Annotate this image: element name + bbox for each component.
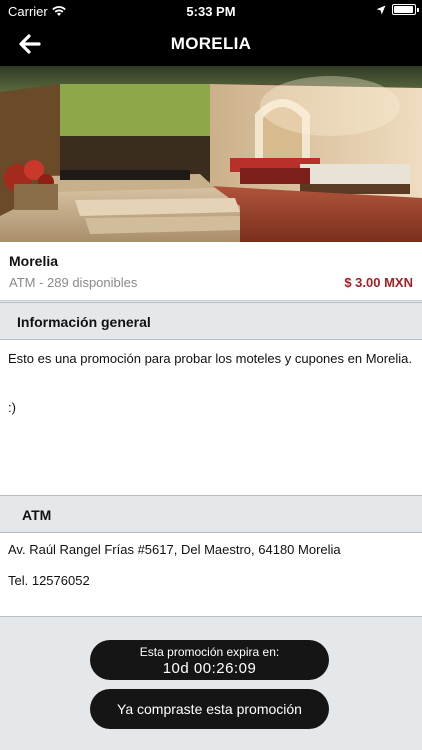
phone-text[interactable]: Tel. 12576052 [8,573,90,588]
general-info-body: Esto es una promoción para probar los mo… [0,340,422,495]
status-time: 5:33 PM [186,4,236,19]
battery-level [394,6,413,13]
price-label: $ 3.00 MXN [344,275,413,290]
promotion-name: Morelia [9,253,59,269]
purchased-label: Ya compraste esta promoción [117,701,302,717]
location-arrow-icon [376,5,386,14]
location-body: Av. Raúl Rangel Frías #5617, Del Maestro… [0,533,422,617]
address-text: Av. Raúl Rangel Frías #5617, Del Maestro… [8,542,341,557]
status-bar: Carrier 5:33 PM [0,0,422,22]
general-info-extra: :) [8,400,16,415]
promotion-summary: Morelia ATM - 289 disponibles $ 3.00 MXN [0,242,422,301]
navigation-bar: MORELIA [0,22,422,66]
location-header: ATM [0,495,422,533]
expiry-countdown: Esta promoción expira en: 10d 00:26:09 [90,640,329,680]
availability-text: ATM - 289 disponibles [9,275,138,290]
general-info-header: Información general [0,302,422,340]
room-photo [0,66,422,242]
battery-icon [392,4,419,15]
promotion-image [0,66,422,242]
general-info-title: Información general [17,314,151,330]
page-title: MORELIA [170,34,252,53]
status-right [376,4,419,15]
general-info-text: Esto es una promoción para probar los mo… [8,351,412,366]
expiry-time: 10d 00:26:09 [162,660,257,677]
location-title: ATM [22,507,52,523]
expiry-label: Esta promoción expira en: [139,645,280,659]
purchased-button[interactable]: Ya compraste esta promoción [90,689,329,729]
